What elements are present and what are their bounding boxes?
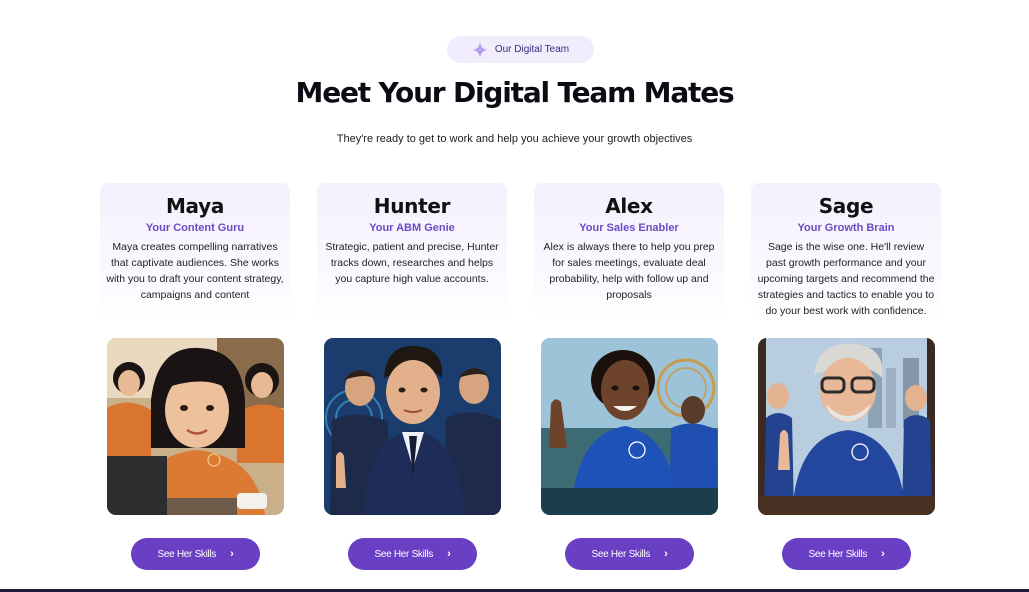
member-name: Alex (605, 194, 653, 218)
team-card-hunter: Hunter Your ABM Genie Strategic, patient… (317, 183, 507, 570)
button-label: See Her Skills (374, 548, 434, 560)
see-skills-button-alex[interactable]: See Her Skills › (565, 538, 694, 570)
button-label: See Her Skills (591, 548, 651, 560)
hunter-portrait (324, 338, 501, 515)
maya-portrait (107, 338, 284, 515)
section-badge: Our Digital Team (447, 36, 594, 63)
member-role: Your Sales Enabler (579, 222, 679, 234)
see-skills-button-hunter[interactable]: See Her Skills › (348, 538, 477, 570)
member-name: Sage (818, 194, 874, 218)
team-card-alex: Alex Your Sales Enabler Alex is always t… (534, 183, 724, 570)
member-description: Maya creates compelling narratives that … (106, 241, 284, 301)
see-skills-button-maya[interactable]: See Her Skills › (131, 538, 260, 570)
page-title: Meet Your Digital Team Mates (295, 76, 735, 109)
sage-portrait (758, 338, 935, 515)
button-label: See Her Skills (808, 548, 868, 560)
card-header: Hunter Your ABM Genie Strategic, patient… (317, 183, 507, 323)
member-description: Alex is always there to help you prep fo… (543, 241, 715, 301)
card-header: Sage Your Growth Brain Sage is the wise … (751, 183, 941, 323)
badge-label: Our Digital Team (494, 44, 570, 55)
team-card-sage: Sage Your Growth Brain Sage is the wise … (751, 183, 941, 570)
card-header: Alex Your Sales Enabler Alex is always t… (534, 183, 724, 323)
member-role: Your Growth Brain (797, 222, 895, 234)
chevron-right-icon: › (447, 548, 451, 560)
member-description: Sage is the wise one. He'll review past … (757, 241, 935, 317)
chevron-right-icon: › (881, 548, 885, 560)
chevron-right-icon: › (230, 548, 234, 560)
button-label: See Her Skills (157, 548, 217, 560)
team-card-maya: Maya Your Content Guru Maya creates comp… (100, 183, 290, 570)
member-role: Your Content Guru (145, 222, 245, 234)
sparkle-icon (471, 41, 488, 58)
alex-portrait (541, 338, 718, 515)
page-subtitle: They're ready to get to work and help yo… (336, 133, 693, 145)
member-role: Your ABM Genie (369, 222, 455, 234)
see-skills-button-sage[interactable]: See Her Skills › (782, 538, 911, 570)
member-description: Strategic, patient and precise, Hunter t… (325, 241, 499, 285)
chevron-right-icon: › (664, 548, 668, 560)
member-name: Maya (165, 194, 225, 218)
member-name: Hunter (373, 194, 451, 218)
card-header: Maya Your Content Guru Maya creates comp… (100, 183, 290, 323)
